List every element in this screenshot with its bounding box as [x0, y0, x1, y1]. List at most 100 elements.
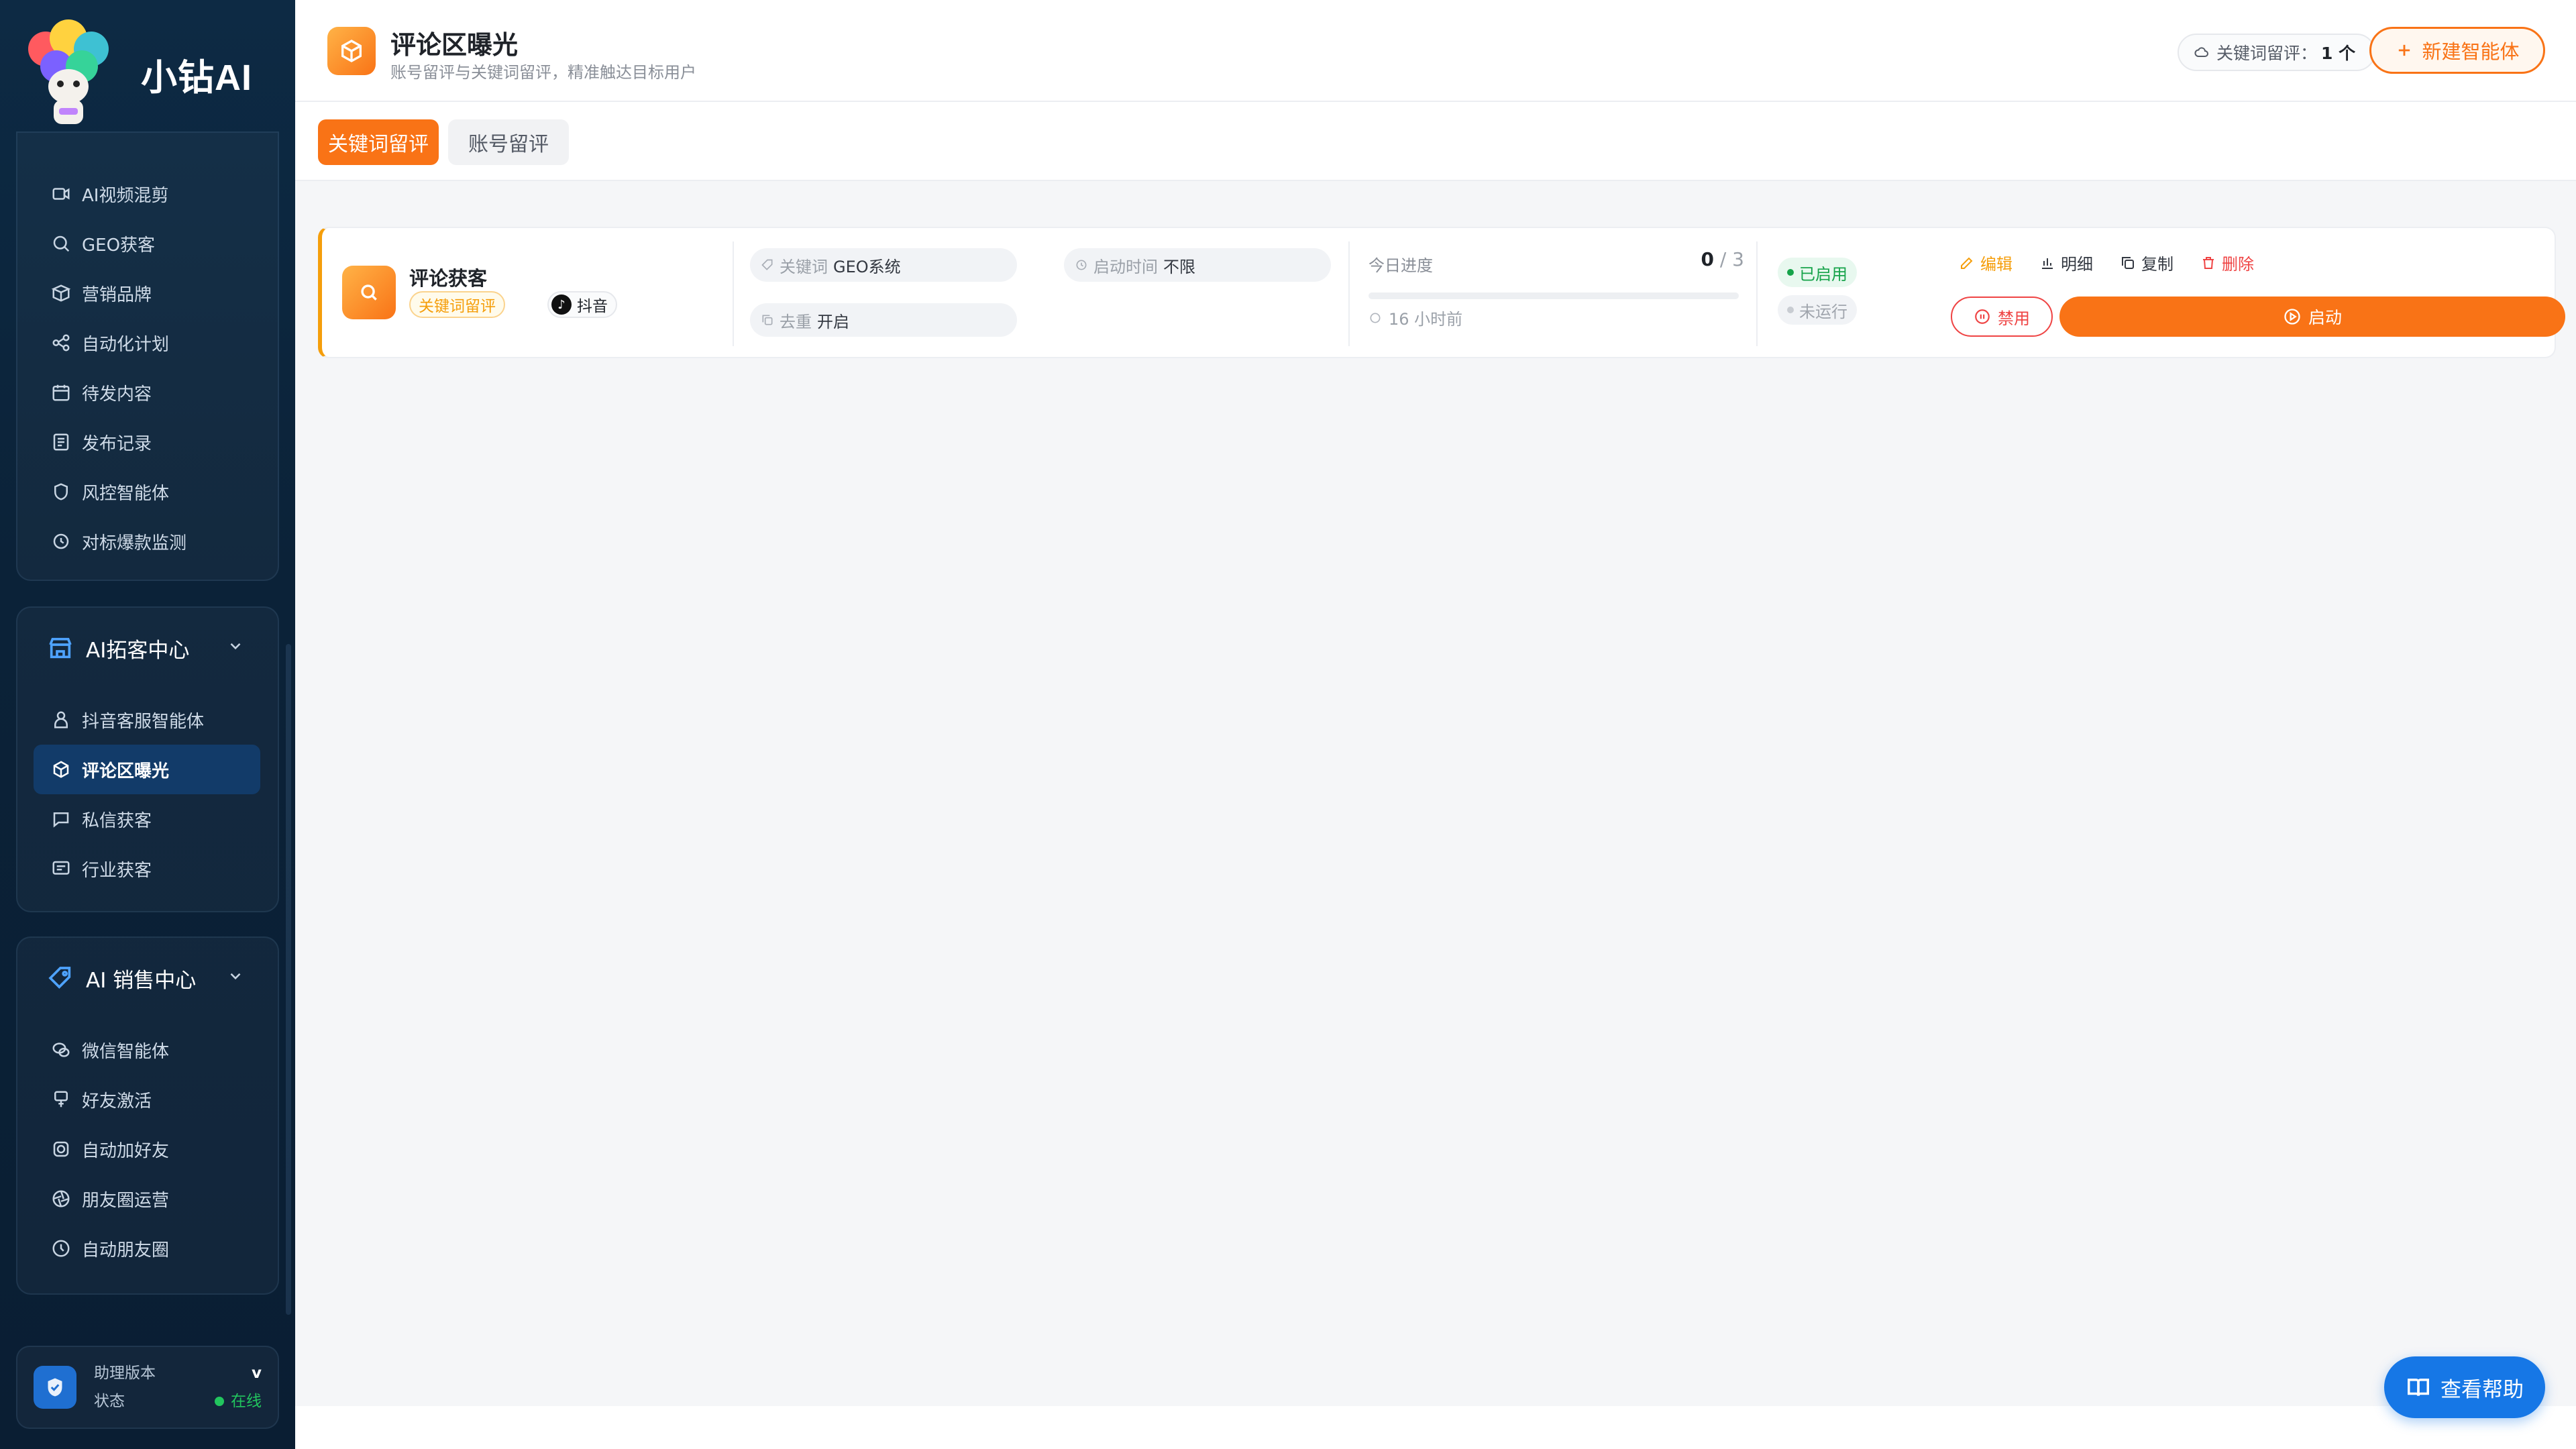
- dedupe-value: 开启: [817, 312, 849, 331]
- agent-icon: [50, 708, 72, 731]
- cloud-icon: [2194, 47, 2208, 57]
- sidebar-item-label: 自动化计划: [82, 334, 170, 355]
- list-icon: [50, 431, 72, 453]
- sidebar-item-risk[interactable]: 风控智能体: [34, 467, 260, 517]
- sidebar-item-automation[interactable]: 自动化计划: [34, 318, 260, 368]
- store-icon: [47, 635, 74, 661]
- sidebar-item-comment-exposure[interactable]: 评论区曝光: [34, 745, 260, 794]
- start-time-value: 不限: [1163, 257, 1195, 276]
- divider: [1756, 241, 1758, 346]
- flag-icon: [50, 1088, 72, 1111]
- sidebar-item-geo[interactable]: GEO获客: [34, 219, 260, 268]
- new-agent-button[interactable]: 新建智能体: [2369, 27, 2545, 74]
- tab-keyword-comment[interactable]: 关键词留评: [318, 119, 439, 165]
- calendar-icon: [50, 381, 72, 404]
- sidebar-item-label: 抖音客服智能体: [82, 711, 205, 732]
- sidebar-item-activate[interactable]: 好友激活: [34, 1075, 260, 1124]
- nav-card-tools: AI视频混剪 GEO获客 营销品牌 自动化计划 待发内容 发布记录 风控智能体: [16, 131, 279, 581]
- disable-button[interactable]: 禁用: [1951, 297, 2053, 337]
- sidebar-item-brand[interactable]: 营销品牌: [34, 268, 260, 318]
- detail-button[interactable]: 明细: [2039, 251, 2093, 274]
- sidebar-item-label: 微信智能体: [82, 1041, 170, 1062]
- status-badge-running: 未运行: [1778, 295, 1857, 325]
- sidebar-item-monitor[interactable]: 对标爆款监测: [34, 517, 260, 566]
- help-button[interactable]: 查看帮助: [2384, 1356, 2545, 1418]
- video-icon: [50, 182, 72, 205]
- keyword-field: 关键词 GEO系统: [750, 248, 1017, 282]
- sidebar-item-label: GEO获客: [82, 235, 156, 256]
- brand-name: 小钻AI: [141, 57, 252, 98]
- help-label: 查看帮助: [2440, 1377, 2524, 1402]
- brand[interactable]: 小钻AI: [20, 13, 252, 134]
- keyword-label: 关键词: [780, 257, 828, 276]
- agent-name: 评论获客: [409, 267, 488, 290]
- version-badge: v: [252, 1364, 262, 1382]
- group-title: AI拓客中心: [86, 638, 190, 663]
- group-toggle-acquire[interactable]: AI拓客中心: [17, 608, 278, 688]
- sidebar-item-auto-moments[interactable]: 自动朋友圈: [34, 1224, 260, 1273]
- main: 评论区曝光 账号留评与关键词留评，精准触达目标用户 关键词留评： 1 个 新建智能…: [295, 0, 2576, 1449]
- status-dot: [1787, 269, 1794, 276]
- keyword-value: GEO系统: [833, 257, 901, 276]
- status-enabled-label: 已启用: [1799, 264, 1847, 284]
- sidebar-item-industry[interactable]: 行业获客: [34, 844, 260, 894]
- edit-label: 编辑: [1980, 255, 2012, 274]
- last-run-label: 16 小时前: [1389, 310, 1463, 329]
- sidebar-item-ai-video[interactable]: AI视频混剪: [34, 169, 260, 219]
- online-status: 在线: [215, 1387, 262, 1415]
- platform-label: 抖音: [577, 298, 608, 315]
- sidebar-scrollbar[interactable]: [286, 644, 291, 1315]
- disable-label: 禁用: [1998, 309, 2030, 328]
- sidebar-item-records[interactable]: 发布记录: [34, 417, 260, 467]
- sidebar-item-wechat-agent[interactable]: 微信智能体: [34, 1025, 260, 1075]
- search-icon: [342, 266, 396, 319]
- agent-card: 评论获客 关键词留评 ♪ 抖音 关键词 GEO系统 启动时间 不限 去重 开启: [318, 227, 2565, 358]
- progress-label: 今日进度: [1368, 256, 1433, 275]
- cube-icon: [327, 27, 376, 75]
- bottom-bar: [295, 1406, 2576, 1449]
- status-dot: [1787, 307, 1794, 313]
- sidebar-item-douyin-agent[interactable]: 抖音客服智能体: [34, 695, 260, 745]
- platform-badge: ♪ 抖音: [547, 291, 617, 318]
- sidebar-item-moments-ops[interactable]: 朋友圈运营: [34, 1174, 260, 1224]
- sidebar-item-dm[interactable]: 私信获客: [34, 794, 260, 844]
- chat-icon: [50, 857, 72, 880]
- shield-icon: [50, 480, 72, 503]
- page-title: 评论区曝光: [390, 30, 519, 60]
- sidebar-item-label: 对标爆款监测: [82, 533, 187, 553]
- edit-button[interactable]: 编辑: [1959, 251, 2012, 274]
- divider: [733, 241, 734, 346]
- sidebar-item-label: 评论区曝光: [82, 761, 170, 782]
- content-area: 评论获客 关键词留评 ♪ 抖音 关键词 GEO系统 启动时间 不限 去重 开启: [295, 181, 2576, 1409]
- tab-account-comment[interactable]: 账号留评: [448, 119, 569, 165]
- progress-bar: [1368, 292, 1739, 299]
- divider: [1348, 241, 1350, 346]
- wechat-icon: [50, 1038, 72, 1061]
- online-dot: [215, 1397, 224, 1406]
- cube-icon: [50, 758, 72, 781]
- keyword-chip-label: 关键词留评：: [2216, 44, 2318, 63]
- shield-check-icon: [34, 1366, 76, 1409]
- sidebar-item-label: 风控智能体: [82, 483, 170, 504]
- delete-button[interactable]: 删除: [2200, 251, 2254, 274]
- start-button[interactable]: 启动: [2059, 297, 2565, 337]
- keyword-count-chip: 关键词留评： 1 个: [2178, 34, 2376, 71]
- sidebar-item-label: 朋友圈运营: [82, 1190, 170, 1211]
- tag-icon: [761, 259, 773, 270]
- sidebar-item-pending[interactable]: 待发内容: [34, 368, 260, 417]
- agent-type-tag: 关键词留评: [409, 291, 505, 318]
- start-label: 启动: [2308, 308, 2342, 327]
- chevron-down-icon: [227, 636, 244, 660]
- sidebar-item-auto-add[interactable]: 自动加好友: [34, 1124, 260, 1174]
- tiktok-icon: ♪: [551, 294, 572, 315]
- detail-label: 明细: [2061, 255, 2093, 274]
- sidebar-item-label: 私信获客: [82, 810, 152, 831]
- sidebar-item-label: 发布记录: [82, 433, 152, 454]
- copy-icon: [762, 315, 773, 325]
- mascot-logo: [20, 17, 117, 131]
- status-badge-enabled: 已启用: [1778, 258, 1857, 287]
- copy-button[interactable]: 复制: [2120, 251, 2174, 274]
- group-toggle-sales[interactable]: AI 销售中心: [17, 938, 278, 1018]
- progress-value: 0 / 3: [1664, 248, 1744, 270]
- play-icon: [2284, 309, 2300, 325]
